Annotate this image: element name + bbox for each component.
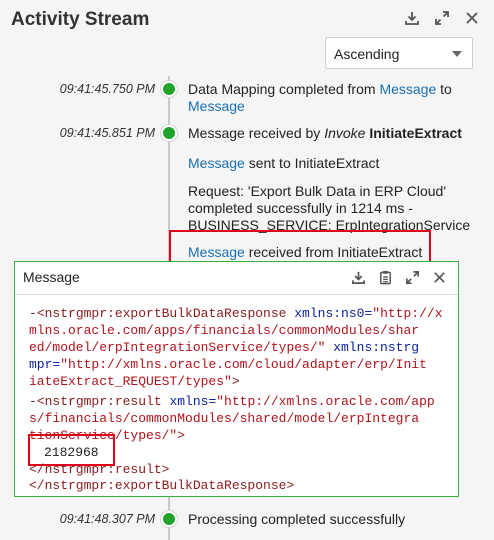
event-timestamp: 09:41:48.307 PM (59, 512, 155, 526)
xml-response-open: -<nstrgmpr:exportBulkDataResponse xmlns:… (29, 306, 443, 389)
download-icon[interactable] (351, 270, 366, 290)
event-message: Message received by Invoke InitiateExtra… (188, 125, 462, 141)
close-icon[interactable] (464, 10, 480, 26)
highlight-box (169, 230, 431, 263)
event-timestamp: 09:41:45.750 PM (59, 82, 155, 96)
header-toolbar (404, 10, 480, 26)
activity-stream-panel: Activity Stream Ascending 09:41:45.750 P… (0, 0, 494, 540)
message-panel-toolbar (351, 270, 447, 290)
message-panel: Message -<nstrgmpr:exportBulkDataRespons… (14, 261, 459, 497)
close-icon[interactable] (432, 270, 447, 290)
message-link[interactable]: Message (188, 155, 245, 171)
message-panel-title: Message (23, 269, 80, 285)
xml-result-close: </nstrgmpr:result> (29, 462, 170, 477)
sent-message-item: Message sent to InitiateExtract (188, 155, 380, 171)
download-icon[interactable] (404, 10, 420, 26)
message-link[interactable]: Message (188, 98, 245, 114)
chevron-down-icon (452, 51, 462, 57)
status-dot-icon (161, 511, 177, 527)
panel-title: Activity Stream (11, 9, 150, 30)
event-timestamp: 09:41:45.851 PM (59, 126, 155, 140)
status-dot-icon (161, 81, 177, 97)
sort-order-value: Ascending (334, 46, 400, 62)
collapse-toggle[interactable]: - (29, 394, 37, 409)
event-message: Processing completed successfully (188, 511, 406, 527)
message-link[interactable]: Message (379, 81, 436, 97)
request-detail: Request: 'Export Bulk Data in ERP Cloud'… (188, 183, 471, 233)
collapse-toggle[interactable]: - (29, 306, 37, 321)
sort-order-select[interactable]: Ascending (325, 37, 473, 69)
expand-icon[interactable] (405, 270, 420, 290)
expand-icon[interactable] (434, 10, 450, 26)
xml-response-close: </nstrgmpr:exportBulkDataResponse> (29, 478, 295, 493)
status-dot-icon (161, 125, 177, 141)
event-message: Data Mapping completed from Message to M… (188, 81, 452, 114)
divider (15, 294, 458, 295)
clipboard-icon[interactable] (378, 270, 393, 290)
